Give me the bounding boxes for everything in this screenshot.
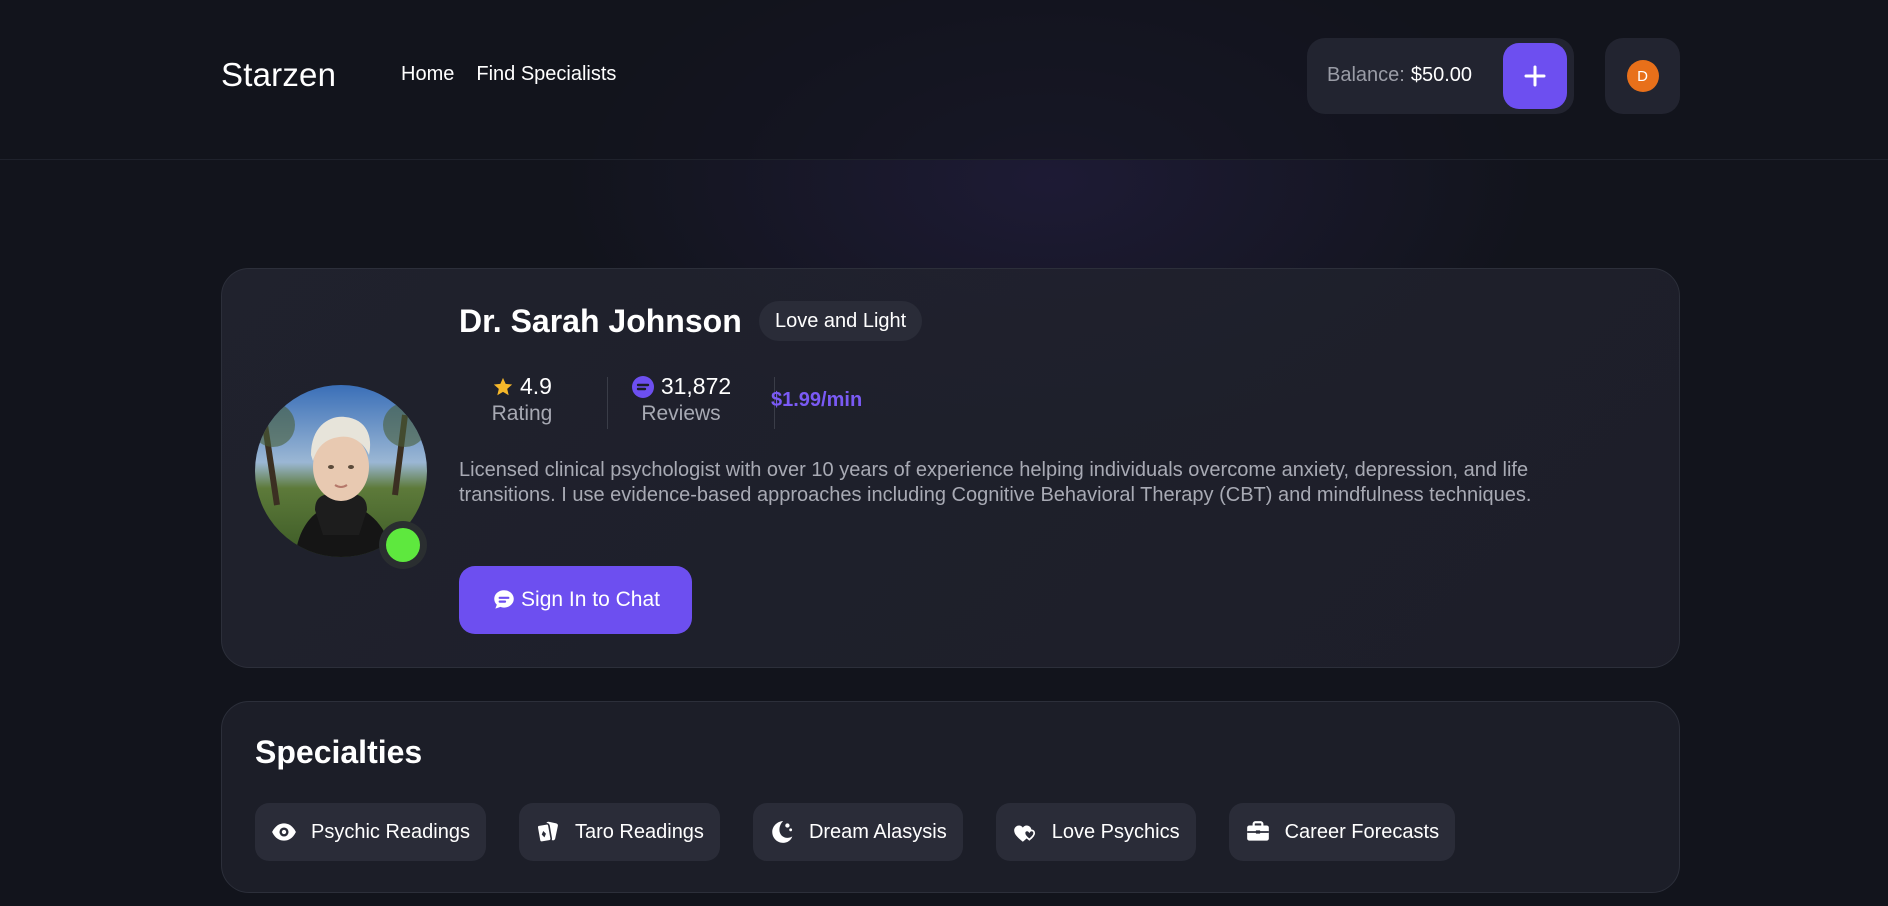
reviews-stat: 31,872 Reviews: [619, 373, 743, 426]
rating-label: Rating: [491, 402, 553, 425]
price-per-minute: $1.99/min: [771, 389, 863, 411]
main-nav: Home Find Specialists: [401, 63, 616, 86]
balance-value: $50.00: [1410, 64, 1473, 86]
logo[interactable]: Starzen: [221, 56, 336, 94]
balance-text: Balance: $50.00: [1327, 64, 1472, 87]
specialist-profile-card: Dr. Sarah Johnson Love and Light 4.9 Rat…: [221, 268, 1680, 668]
specialist-title-badge: Love and Light: [759, 301, 923, 341]
nav-home-link[interactable]: Home: [401, 63, 454, 86]
rating-value: 4.9: [520, 373, 552, 399]
specialties-list: Psychic Readings Taro Readings Dream Ala…: [255, 803, 1456, 861]
reviews-label: Reviews: [641, 402, 721, 425]
reviews-value: 31,872: [660, 373, 732, 399]
eye-icon: [272, 823, 296, 841]
specialty-label: Psychic Readings: [311, 820, 470, 843]
chat-button-label: Sign In to Chat: [521, 588, 660, 611]
specialist-bio: Licensed clinical psychologist with over…: [459, 459, 1532, 506]
specialty-chip[interactable]: Career Forecasts: [1228, 803, 1456, 861]
specialty-chip[interactable]: Love Psychics: [995, 803, 1196, 861]
specialties-title: Specialties: [255, 734, 423, 770]
add-funds-button[interactable]: [1503, 43, 1567, 109]
specialty-chip[interactable]: Taro Readings: [518, 803, 720, 861]
user-menu-button[interactable]: D: [1605, 38, 1680, 114]
moon-icon: [772, 821, 793, 843]
chat-icon: [494, 590, 514, 609]
specialties-card: Specialties Psychic Readings Taro Readin…: [221, 701, 1680, 893]
plus-icon: [1524, 65, 1546, 87]
specialty-label: Taro Readings: [574, 820, 704, 843]
specialty-label: Career Forecasts: [1284, 820, 1440, 843]
online-status-indicator: [379, 521, 427, 569]
avatar: D: [1626, 60, 1659, 92]
specialty-chip[interactable]: Psychic Readings: [255, 803, 486, 861]
chat-bubble-icon: [631, 375, 654, 398]
specialty-chip[interactable]: Dream Alasysis: [752, 803, 963, 861]
hearts-icon: [1013, 825, 1035, 842]
specialty-label: Love Psychics: [1051, 820, 1180, 843]
sign-in-to-chat-button[interactable]: Sign In to Chat: [459, 566, 692, 634]
specialty-label: Dream Alasysis: [808, 820, 947, 843]
balance-widget: Balance: $50.00: [1307, 38, 1574, 114]
rating-stat: 4.9 Rating: [459, 373, 585, 426]
top-header: Starzen Home Find Specialists Balance: $5…: [0, 0, 1888, 160]
briefcase-icon: [1246, 821, 1269, 841]
balance-label: Balance:: [1327, 64, 1405, 86]
specialist-name: Dr. Sarah Johnson: [459, 303, 742, 339]
stats-divider: [607, 377, 608, 429]
nav-find-specialists-link[interactable]: Find Specialists: [476, 63, 616, 86]
star-icon: [493, 377, 513, 395]
cards-icon: [536, 821, 558, 844]
